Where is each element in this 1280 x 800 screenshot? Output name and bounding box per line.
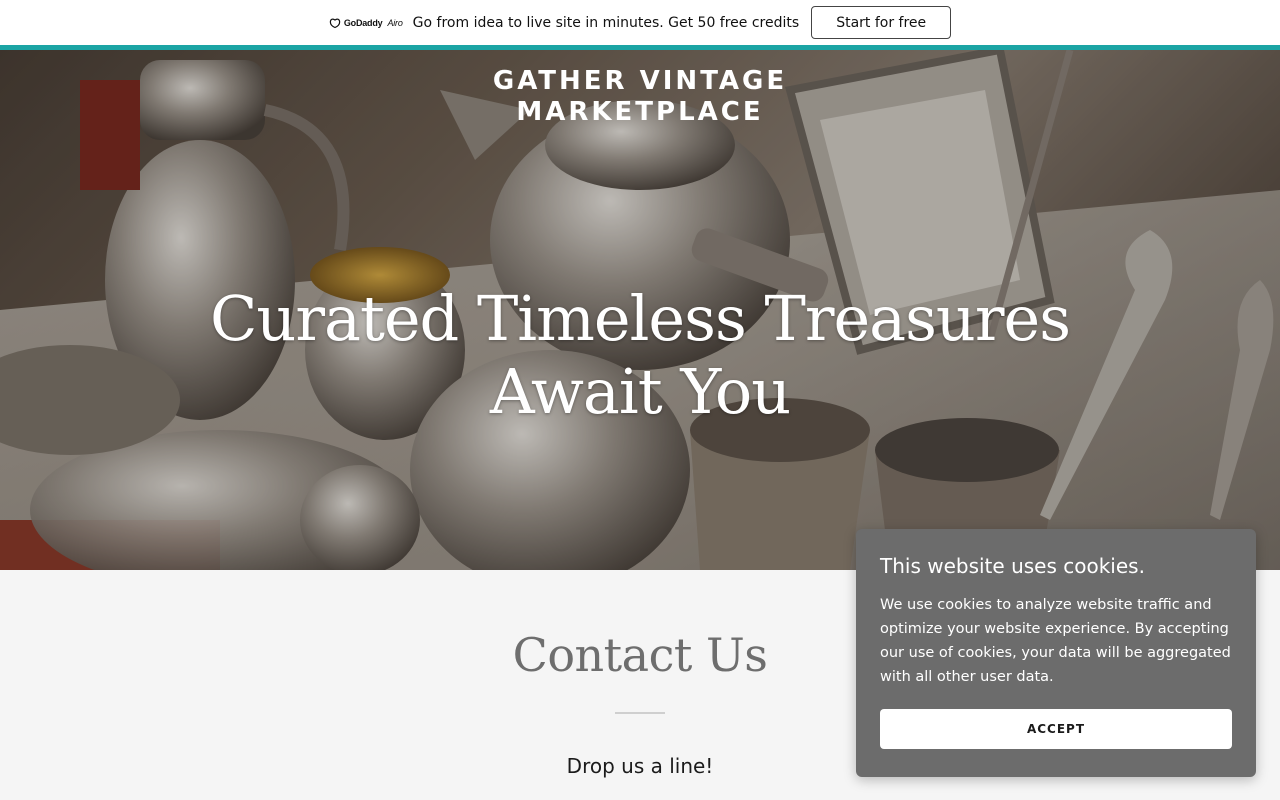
promo-bar: GoDaddy Airo Go from idea to live site i… [0, 0, 1280, 45]
cookie-body: We use cookies to analyze website traffi… [880, 597, 1231, 685]
hero-headline: Curated Timeless Treasures Await You [0, 282, 1280, 428]
start-for-free-button[interactable]: Start for free [811, 6, 952, 39]
hero-headline-line2: Await You [489, 355, 791, 428]
accept-cookies-button[interactable]: ACCEPT [880, 709, 1232, 749]
cookie-title: This website uses cookies. [880, 554, 1145, 578]
site-title-line2: MARKETPLACE [516, 97, 764, 127]
section-divider [615, 712, 665, 714]
site-title-line1: GATHER VINTAGE [492, 66, 788, 96]
logo-product-text: Airo [387, 17, 403, 28]
site-title[interactable]: GATHER VINTAGE MARKETPLACE [0, 66, 1280, 128]
cookie-banner: This website uses cookies. We use cookie… [856, 529, 1256, 777]
logo-brand-text: GoDaddy [343, 17, 383, 28]
godaddy-logo-icon [329, 18, 341, 28]
hero-section: GATHER VINTAGE MARKETPLACE Curated Timel… [0, 50, 1280, 570]
godaddy-airo-logo[interactable]: GoDaddy Airo [329, 17, 403, 29]
hero-headline-line1: Curated Timeless Treasures [209, 282, 1071, 355]
promo-text: Go from idea to live site in minutes. Ge… [412, 14, 800, 31]
